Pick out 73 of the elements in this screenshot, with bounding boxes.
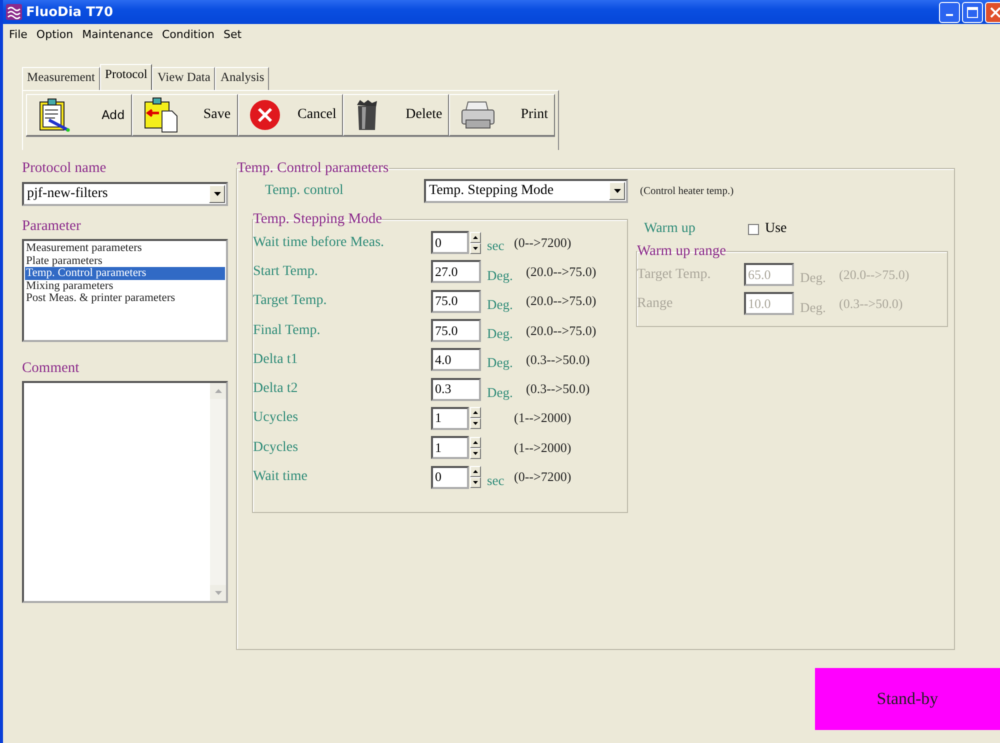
list-item[interactable]: Post Meas. & printer parameters (25, 292, 225, 304)
unit-label: Deg. (487, 326, 513, 342)
status-indicator: Stand-by (815, 668, 1000, 730)
unit-label: sec (487, 238, 504, 254)
list-item[interactable]: Mixing parameters (25, 280, 225, 292)
unit-label: sec (487, 472, 504, 488)
field-label: Dcycles (253, 440, 300, 456)
range-hint: (1-->2000) (514, 440, 572, 456)
group-title: Warm up range (637, 243, 726, 260)
menu-item[interactable]: File (9, 28, 28, 41)
field-label: Start Temp. (253, 264, 319, 280)
value-field[interactable]: 1 (431, 436, 469, 460)
value-field[interactable]: 4.0 (431, 348, 481, 372)
list-item[interactable]: Plate parameters (25, 254, 225, 267)
value-field[interactable]: 0 (431, 231, 469, 254)
field-label: Delta t1 (253, 352, 299, 368)
field-label: Temp. control (265, 183, 344, 199)
unit-label: Deg. (487, 296, 513, 312)
range-hint: (0.3-->50.0) (839, 296, 903, 312)
unit-label: Deg. (487, 268, 513, 283)
unit-label: Deg. (800, 300, 826, 315)
toolbar-button[interactable]: Save (132, 94, 238, 136)
menu-item[interactable]: Condition (162, 28, 214, 41)
value-field[interactable]: 0.3 (431, 378, 481, 401)
range-hint: (0-->7200) (514, 234, 572, 251)
mode-dropdown[interactable]: Temp. Stepping Mode (424, 179, 628, 203)
value-field[interactable]: 0 (431, 466, 469, 489)
range-hint: (0.3-->50.0) (526, 381, 590, 398)
checkbox-label[interactable]: Use (765, 221, 787, 237)
toolbar-button[interactable]: Add (26, 94, 132, 136)
field-label: Target Temp. (637, 266, 712, 283)
field-label: Wait time (253, 469, 308, 486)
section-label: Comment (22, 360, 80, 377)
range-hint: (0.3-->50.0) (526, 352, 590, 368)
field-label: Target Temp. (253, 293, 328, 310)
menu-item[interactable]: Set (223, 28, 242, 41)
note-text: (Control heater temp.) (640, 186, 734, 196)
field-label: Range (637, 296, 674, 312)
tab[interactable]: Measurement (22, 67, 100, 90)
range-hint: (1-->2000) (514, 410, 572, 426)
value-field[interactable]: 1 (431, 406, 469, 430)
range-hint: (20.0-->75.0) (526, 322, 596, 339)
tab[interactable]: Analysis (215, 67, 270, 90)
value-field[interactable]: 75.0 (431, 290, 481, 313)
unit-label: Deg. (800, 270, 826, 286)
toolbar-button[interactable]: Print (449, 94, 555, 136)
group-title: Temp. Stepping Mode (253, 211, 382, 228)
group-title: Temp. Control parameters (237, 160, 389, 177)
field-label: Warm up (644, 221, 696, 237)
menu-item[interactable]: Maintenance (82, 28, 153, 41)
list-item[interactable]: Measurement parameters (25, 242, 225, 254)
tab[interactable]: View Data (152, 67, 216, 90)
range-hint: (20.0-->75.0) (839, 266, 910, 283)
value-field[interactable]: 75.0 (431, 319, 481, 342)
section-label: Parameter (22, 218, 82, 235)
range-hint: (0-->7200) (514, 469, 572, 486)
unit-label: Deg. (487, 355, 513, 370)
tab[interactable]: Protocol (100, 64, 152, 90)
unit-label: Deg. (487, 384, 513, 400)
toolbar-button[interactable]: Cancel (238, 94, 344, 136)
window-title: FluoDia T70 (26, 4, 114, 20)
field-label: Final Temp. (253, 322, 322, 339)
field-label: Wait time before Meas. (253, 234, 386, 251)
toolbar-button[interactable]: Delete (343, 94, 450, 136)
range-hint: (20.0-->75.0) (526, 264, 596, 280)
field-label: Delta t2 (253, 381, 299, 398)
section-label: Protocol name (22, 160, 108, 177)
field-label: Ucycles (253, 410, 300, 426)
value-field[interactable]: 27.0 (431, 260, 481, 284)
range-hint: (20.0-->75.0) (526, 293, 596, 310)
protocol-dropdown[interactable]: pjf-new-filters (22, 182, 228, 206)
list-item[interactable]: Temp. Control parameters (25, 267, 225, 280)
menu-item[interactable]: Option (36, 28, 74, 41)
